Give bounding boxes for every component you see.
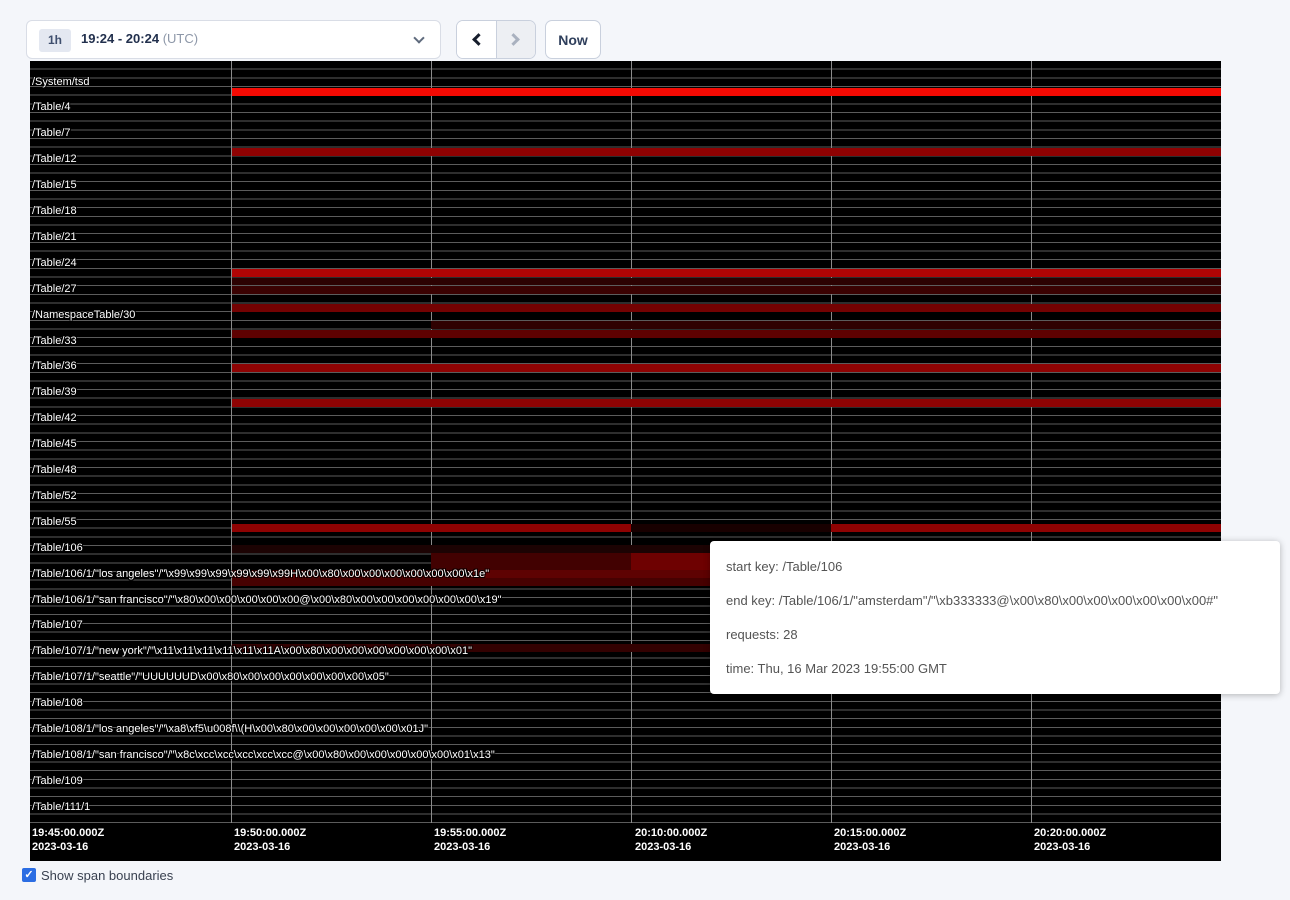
tooltip-start-key: start key: /Table/106 (726, 550, 1264, 584)
row-key-label: /Table/12 (32, 153, 77, 166)
show-span-boundaries-checkbox[interactable] (22, 868, 36, 882)
row-key-label: /Table/108 (32, 697, 83, 710)
row-key-label: /Table/108/1/"san francisco"/"\x8c\xcc\x… (32, 749, 495, 762)
time-tick: 19:45:00.000Z2023-03-16 (32, 826, 104, 854)
row-key-label: /Table/27 (32, 283, 77, 296)
time-tick: 20:15:00.000Z2023-03-16 (834, 826, 906, 854)
row-key-label: /Table/109 (32, 775, 83, 788)
time-tick: 19:55:00.000Z2023-03-16 (434, 826, 506, 854)
time-tick: 20:10:00.000Z2023-03-16 (635, 826, 707, 854)
heatmap-band (431, 321, 1221, 329)
row-key-label: /Table/39 (32, 386, 77, 399)
column-gridline (1031, 61, 1032, 823)
column-gridline (831, 61, 832, 823)
tooltip-requests: requests: 28 (726, 618, 1264, 652)
row-key-label: /Table/52 (32, 490, 77, 503)
duration-badge: 1h (39, 29, 71, 52)
show-span-boundaries-label: Show span boundaries (41, 868, 173, 883)
heatmap-band (232, 364, 1221, 372)
row-key-label: /Table/107 (32, 619, 83, 632)
chevron-left-icon (472, 33, 485, 46)
prev-time-button[interactable] (457, 21, 496, 58)
time-axis: 19:45:00.000Z2023-03-16 19:50:00.000Z2023… (30, 823, 1221, 861)
row-key-label: /Table/108/1/"los angeles"/"\xa8\xf5\u00… (32, 723, 428, 736)
row-key-label: /Table/106/1/"san francisco"/"\x80\x00\x… (32, 594, 502, 607)
time-range-value: 19:24 - 20:24 (81, 31, 159, 46)
span-boundaries-toggle: Show span boundaries (22, 867, 173, 883)
row-key-label: /System/tsd (32, 76, 89, 89)
heatmap-band (232, 88, 1221, 96)
now-button[interactable]: Now (545, 20, 601, 59)
time-tick: 19:50:00.000Z2023-03-16 (234, 826, 306, 854)
row-key-label: /Table/15 (32, 179, 77, 192)
time-range-timezone: (UTC) (163, 31, 198, 46)
row-key-label: /Table/106/1/"los angeles"/"\x99\x99\x99… (32, 568, 489, 581)
heatmap-band (232, 304, 1221, 312)
row-key-label: /Table/48 (32, 464, 77, 477)
row-key-label: /Table/36 (32, 360, 77, 373)
key-visualizer-canvas[interactable]: /System/tsd/Table/4/Table/7/Table/12/Tab… (30, 61, 1221, 861)
chevron-right-icon (508, 33, 521, 46)
row-key-label: /Table/7 (32, 127, 71, 140)
chevron-down-icon (413, 32, 424, 43)
row-key-label: /Table/107/1/"new york"/"\x11\x11\x11\x1… (32, 645, 472, 658)
toolbar: 1h 19:24 - 20:24 (UTC) Now (0, 0, 1290, 61)
row-key-label: /Table/107/1/"seattle"/"UUUUUUD\x00\x80\… (32, 671, 389, 684)
time-tick: 20:20:00.000Z2023-03-16 (1034, 826, 1106, 854)
time-range-label: 19:24 - 20:24 (UTC) (81, 31, 198, 46)
time-nav-group (456, 20, 536, 59)
heatmap-band (232, 399, 1221, 408)
heatmap-rows-layer: /System/tsd/Table/4/Table/7/Table/12/Tab… (30, 61, 1221, 823)
column-gridline (431, 61, 432, 823)
row-key-label: /Table/106 (32, 542, 83, 555)
column-gridline (231, 61, 232, 823)
column-gridline (631, 61, 632, 823)
row-key-label: /Table/4 (32, 101, 71, 114)
heatmap-band (232, 524, 631, 532)
tooltip-end-key: end key: /Table/106/1/"amsterdam"/"\xb33… (726, 584, 1264, 618)
row-key-label: /NamespaceTable/30 (32, 309, 135, 322)
heatmap-band (631, 524, 831, 532)
time-range-dropdown[interactable]: 1h 19:24 - 20:24 (UTC) (26, 20, 441, 59)
heatmap-band (232, 330, 1221, 338)
heatmap-band (232, 269, 1221, 277)
row-key-label: /Table/55 (32, 516, 77, 529)
row-key-label: /Table/21 (32, 231, 77, 244)
row-key-label: /Table/42 (32, 412, 77, 425)
row-key-label: /Table/24 (32, 257, 77, 270)
heatmap-band (831, 524, 1221, 532)
next-time-button[interactable] (496, 21, 535, 58)
row-key-label: /Table/18 (32, 205, 77, 218)
heatmap-band (232, 286, 1221, 294)
heatmap-band (232, 278, 1221, 286)
heatmap-band (232, 148, 1221, 156)
row-key-label: /Table/33 (32, 335, 77, 348)
cell-tooltip: start key: /Table/106 end key: /Table/10… (710, 541, 1280, 694)
tooltip-time: time: Thu, 16 Mar 2023 19:55:00 GMT (726, 652, 1264, 686)
row-key-label: /Table/111/1 (32, 801, 90, 814)
row-key-label: /Table/45 (32, 438, 77, 451)
